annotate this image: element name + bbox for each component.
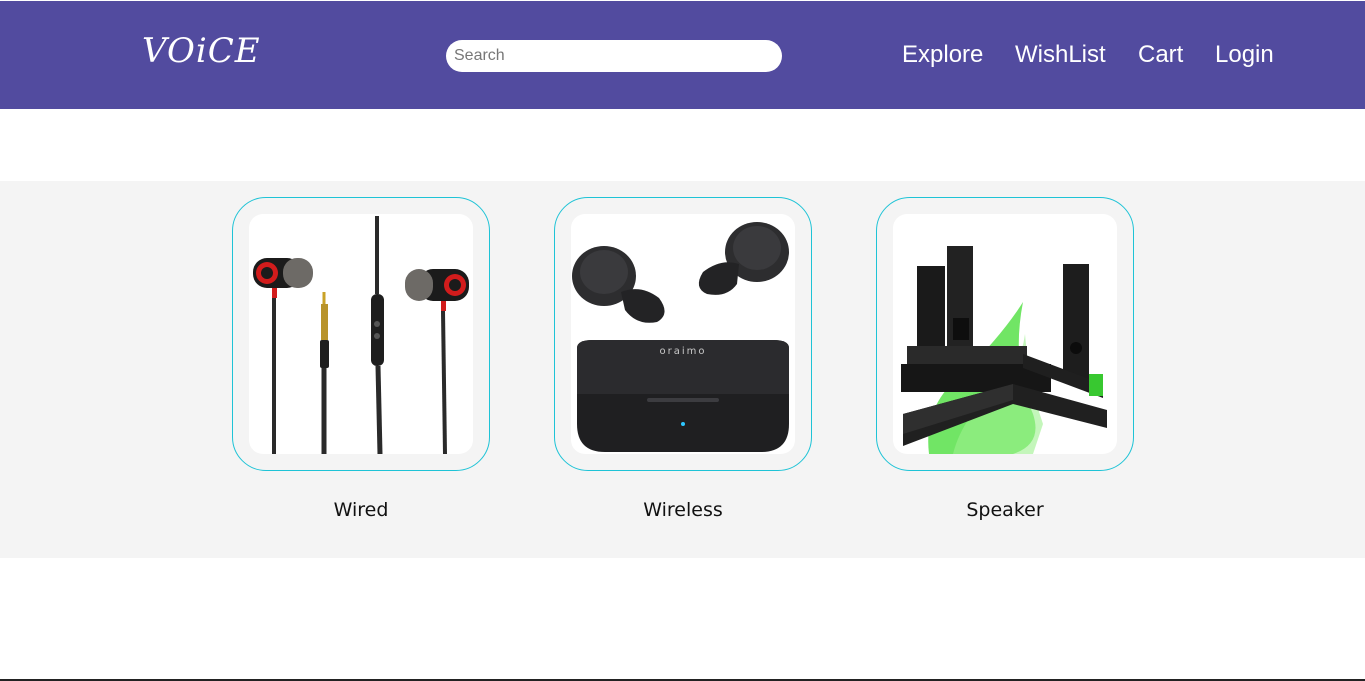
category-label-speaker[interactable]: Speaker (876, 499, 1134, 521)
category-label-wired[interactable]: Wired (232, 499, 490, 521)
logo[interactable]: VOiCE (142, 31, 261, 71)
header-bar: VOiCE Explore WishList Cart Login (0, 1, 1365, 109)
wired-earphones-image (249, 214, 473, 454)
category-card-wireless[interactable]: oraimo (554, 197, 812, 471)
wireless-earbuds-image: oraimo (571, 214, 795, 454)
category-section: Wired oraimo Wireless Speaker (0, 181, 1365, 558)
nav-cart-link[interactable]: Cart (1138, 41, 1183, 69)
nav-wishlist-link[interactable]: WishList (1015, 41, 1106, 69)
category-label-wireless[interactable]: Wireless (554, 499, 812, 521)
svg-text:oraimo: oraimo (660, 346, 707, 357)
soundbar-speakers-image (893, 214, 1117, 454)
search-input[interactable] (446, 40, 782, 72)
category-card-wired[interactable] (232, 197, 490, 471)
nav-login-link[interactable]: Login (1215, 41, 1274, 69)
nav-explore-link[interactable]: Explore (902, 41, 983, 69)
category-card-speaker[interactable] (876, 197, 1134, 471)
